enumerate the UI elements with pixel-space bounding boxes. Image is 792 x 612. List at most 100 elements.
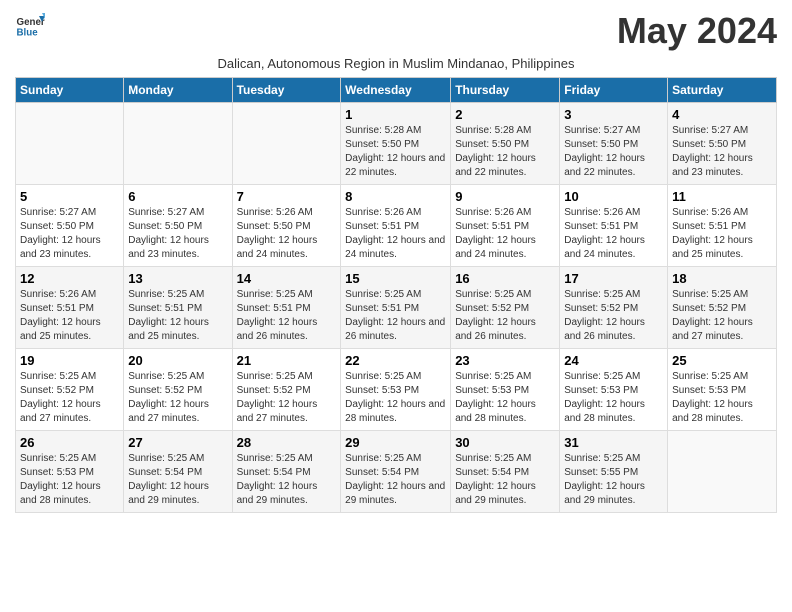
day-number: 29 [345,435,446,450]
day-info: Sunrise: 5:26 AMSunset: 5:51 PMDaylight:… [345,206,446,262]
day-info: Sunrise: 5:27 AMSunset: 5:50 PMDaylight:… [128,206,227,262]
day-info: Sunrise: 5:25 AMSunset: 5:52 PMDaylight:… [237,370,337,426]
day-cell: 13 Sunrise: 5:25 AMSunset: 5:51 PMDayligh… [124,267,232,349]
day-cell: 21Sunrise: 5:25 AMSunset: 5:52 PMDayligh… [232,349,341,431]
calendar-header-row: SundayMondayTuesdayWednesdayThursdayFrid… [16,78,777,103]
calendar-table: SundayMondayTuesdayWednesdayThursdayFrid… [15,77,777,513]
logo: General Blue [15,10,45,40]
calendar-subtitle: Dalican, Autonomous Region in Muslim Min… [15,56,777,71]
svg-text:Blue: Blue [17,28,39,39]
week-row-3: 12 Sunrise: 5:26 AMSunset: 5:51 PMDayligh… [16,267,777,349]
day-number: 25 [672,353,772,368]
day-number: 9 [455,189,555,204]
day-number: 2 [455,107,555,122]
day-cell [668,431,777,513]
week-row-1: 1 Sunrise: 5:28 AMSunset: 5:50 PMDaylight… [16,103,777,185]
day-number: 16 [455,271,555,286]
day-cell: 10 Sunrise: 5:26 AMSunset: 5:51 PMDayligh… [560,185,668,267]
day-info: Sunrise: 5:25 AMSunset: 5:54 PMDaylight:… [237,452,337,508]
week-row-4: 19 Sunrise: 5:25 AMSunset: 5:52 PMDayligh… [16,349,777,431]
day-cell: 4Sunrise: 5:27 AMSunset: 5:50 PMDaylight… [668,103,777,185]
day-info: Sunrise: 5:25 AMSunset: 5:51 PMDaylight:… [345,288,446,344]
day-number: 11 [672,189,772,204]
day-number: 19 [20,353,119,368]
col-header-sunday: Sunday [16,78,124,103]
day-info: Sunrise: 5:25 AMSunset: 5:54 PMDaylight:… [128,452,227,508]
day-info: Sunrise: 5:25 AMSunset: 5:51 PMDaylight:… [237,288,337,344]
day-info: Sunrise: 5:26 AMSunset: 5:51 PMDaylight:… [20,288,119,344]
day-cell: 16 Sunrise: 5:25 AMSunset: 5:52 PMDayligh… [451,267,560,349]
day-info: Sunrise: 5:25 AMSunset: 5:52 PMDaylight:… [128,370,227,426]
day-info: Sunrise: 5:25 AMSunset: 5:54 PMDaylight:… [455,452,555,508]
day-cell: 7Sunrise: 5:26 AMSunset: 5:50 PMDaylight… [232,185,341,267]
day-info: Sunrise: 5:28 AMSunset: 5:50 PMDaylight:… [455,124,555,180]
day-number: 6 [128,189,227,204]
col-header-saturday: Saturday [668,78,777,103]
day-cell: 14 Sunrise: 5:25 AMSunset: 5:51 PMDayligh… [232,267,341,349]
day-info: Sunrise: 5:25 AMSunset: 5:51 PMDaylight:… [128,288,227,344]
day-number: 24 [564,353,663,368]
day-info: Sunrise: 5:25 AMSunset: 5:53 PMDaylight:… [455,370,555,426]
week-row-2: 5 Sunrise: 5:27 AMSunset: 5:50 PMDaylight… [16,185,777,267]
day-cell: 28Sunrise: 5:25 AMSunset: 5:54 PMDayligh… [232,431,341,513]
col-header-wednesday: Wednesday [341,78,451,103]
col-header-thursday: Thursday [451,78,560,103]
day-cell: 5 Sunrise: 5:27 AMSunset: 5:50 PMDaylight… [16,185,124,267]
day-cell: 6 Sunrise: 5:27 AMSunset: 5:50 PMDaylight… [124,185,232,267]
day-number: 3 [564,107,663,122]
day-number: 26 [20,435,119,450]
day-number: 31 [564,435,663,450]
day-info: Sunrise: 5:26 AMSunset: 5:51 PMDaylight:… [672,206,772,262]
day-cell [16,103,124,185]
day-info: Sunrise: 5:25 AMSunset: 5:52 PMDaylight:… [20,370,119,426]
day-number: 1 [345,107,446,122]
day-cell: 19 Sunrise: 5:25 AMSunset: 5:52 PMDayligh… [16,349,124,431]
day-cell: 20 Sunrise: 5:25 AMSunset: 5:52 PMDayligh… [124,349,232,431]
day-number: 30 [455,435,555,450]
day-number: 8 [345,189,446,204]
day-cell: 30 Sunrise: 5:25 AMSunset: 5:54 PMDayligh… [451,431,560,513]
day-number: 14 [237,271,337,286]
week-row-5: 26 Sunrise: 5:25 AMSunset: 5:53 PMDayligh… [16,431,777,513]
day-number: 22 [345,353,446,368]
day-number: 18 [672,271,772,286]
day-cell: 2 Sunrise: 5:28 AMSunset: 5:50 PMDaylight… [451,103,560,185]
col-header-tuesday: Tuesday [232,78,341,103]
day-info: Sunrise: 5:27 AMSunset: 5:50 PMDaylight:… [20,206,119,262]
day-info: Sunrise: 5:25 AMSunset: 5:53 PMDaylight:… [345,370,446,426]
day-cell: 8 Sunrise: 5:26 AMSunset: 5:51 PMDaylight… [341,185,451,267]
day-cell: 11 Sunrise: 5:26 AMSunset: 5:51 PMDayligh… [668,185,777,267]
day-info: Sunrise: 5:25 AMSunset: 5:55 PMDaylight:… [564,452,663,508]
day-number: 13 [128,271,227,286]
day-info: Sunrise: 5:25 AMSunset: 5:52 PMDaylight:… [455,288,555,344]
day-info: Sunrise: 5:26 AMSunset: 5:51 PMDaylight:… [455,206,555,262]
logo-icon: General Blue [15,10,45,40]
day-info: Sunrise: 5:25 AMSunset: 5:53 PMDaylight:… [20,452,119,508]
day-cell: 29Sunrise: 5:25 AMSunset: 5:54 PMDayligh… [341,431,451,513]
day-number: 20 [128,353,227,368]
day-info: Sunrise: 5:25 AMSunset: 5:52 PMDaylight:… [564,288,663,344]
day-cell [232,103,341,185]
day-number: 17 [564,271,663,286]
day-cell: 27 Sunrise: 5:25 AMSunset: 5:54 PMDayligh… [124,431,232,513]
day-cell: 17 Sunrise: 5:25 AMSunset: 5:52 PMDayligh… [560,267,668,349]
col-header-friday: Friday [560,78,668,103]
day-cell: 24Sunrise: 5:25 AMSunset: 5:53 PMDayligh… [560,349,668,431]
month-title: May 2024 [617,10,777,52]
day-number: 12 [20,271,119,286]
day-cell: 12 Sunrise: 5:26 AMSunset: 5:51 PMDayligh… [16,267,124,349]
day-number: 5 [20,189,119,204]
day-cell: 22 Sunrise: 5:25 AMSunset: 5:53 PMDayligh… [341,349,451,431]
day-info: Sunrise: 5:26 AMSunset: 5:50 PMDaylight:… [237,206,337,262]
day-number: 27 [128,435,227,450]
day-cell: 26 Sunrise: 5:25 AMSunset: 5:53 PMDayligh… [16,431,124,513]
day-cell [124,103,232,185]
day-info: Sunrise: 5:27 AMSunset: 5:50 PMDaylight:… [564,124,663,180]
day-info: Sunrise: 5:25 AMSunset: 5:52 PMDaylight:… [672,288,772,344]
day-info: Sunrise: 5:26 AMSunset: 5:51 PMDaylight:… [564,206,663,262]
day-cell: 18 Sunrise: 5:25 AMSunset: 5:52 PMDayligh… [668,267,777,349]
day-cell: 23Sunrise: 5:25 AMSunset: 5:53 PMDayligh… [451,349,560,431]
day-cell: 9 Sunrise: 5:26 AMSunset: 5:51 PMDaylight… [451,185,560,267]
day-number: 10 [564,189,663,204]
day-cell: 25Sunrise: 5:25 AMSunset: 5:53 PMDayligh… [668,349,777,431]
